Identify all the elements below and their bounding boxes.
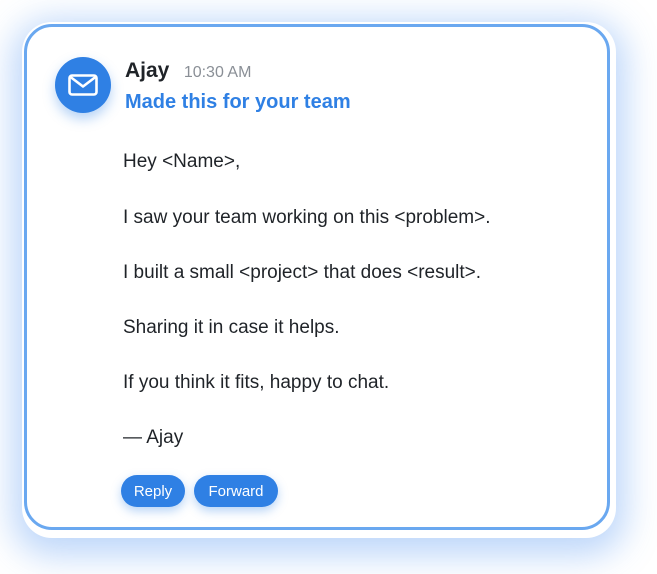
body-greeting: Hey <Name>, (123, 151, 241, 172)
sender-name: Ajay (125, 59, 170, 82)
sender-avatar (55, 57, 111, 113)
mail-icon (68, 74, 98, 96)
message-timestamp: 10:30 AM (183, 64, 252, 81)
message-subject: Made this for your team (125, 91, 351, 113)
body-signature: — Ajay (123, 427, 184, 448)
body-line: If you think it fits, happy to chat. (123, 372, 390, 393)
body-line: I saw your team working on this <problem… (123, 207, 491, 228)
message-header: Ajay 10:30 AM (125, 59, 251, 83)
reply-button[interactable]: Reply (121, 475, 185, 507)
forward-button[interactable]: Forward (194, 475, 278, 507)
body-line: I built a small <project> that does <res… (123, 262, 482, 283)
message-card: Ajay 10:30 AM Made this for your team He… (24, 24, 610, 530)
message-stage: Ajay 10:30 AM Made this for your team He… (0, 0, 657, 574)
body-line: Sharing it in case it helps. (123, 317, 340, 338)
